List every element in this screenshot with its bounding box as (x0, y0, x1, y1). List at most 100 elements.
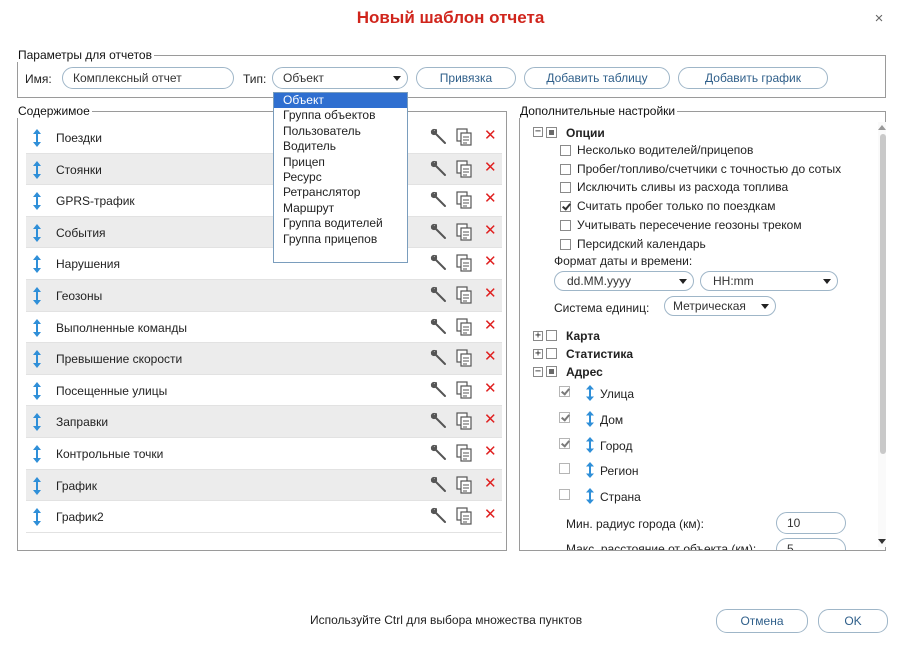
ok-button[interactable]: OK (818, 609, 888, 633)
close-icon[interactable]: × (872, 11, 886, 26)
wrench-icon[interactable] (430, 128, 448, 146)
content-row[interactable]: Выполненные команды ✕ (26, 311, 502, 344)
delete-icon[interactable]: ✕ (484, 348, 498, 366)
wrench-icon[interactable] (430, 476, 448, 494)
address-group-checkbox[interactable] (546, 366, 557, 377)
wrench-icon[interactable] (430, 349, 448, 367)
wrench-icon[interactable] (430, 254, 448, 272)
date-format-select[interactable]: dd.MM.yyyy (554, 271, 694, 291)
content-row[interactable]: Контрольные точки ✕ (26, 437, 502, 470)
collapse-options-toggle[interactable]: − (533, 127, 543, 137)
content-row[interactable]: График ✕ (26, 469, 502, 502)
copy-icon[interactable] (456, 286, 472, 304)
reorder-arrow-icon[interactable] (32, 381, 42, 400)
copy-icon[interactable] (456, 223, 472, 241)
content-row[interactable]: Поездки ✕ (26, 122, 502, 154)
scroll-up-icon[interactable] (878, 125, 886, 130)
option-checkbox[interactable] (560, 145, 571, 156)
scroll-thumb[interactable] (880, 134, 886, 454)
reorder-arrow-icon[interactable] (32, 160, 42, 179)
wrench-icon[interactable] (430, 318, 448, 336)
address-checkbox[interactable] (559, 411, 570, 423)
delete-icon[interactable]: ✕ (484, 506, 498, 524)
reorder-arrow-icon[interactable] (32, 223, 42, 242)
copy-icon[interactable] (456, 159, 472, 178)
type-option[interactable]: Прицеп (274, 155, 407, 170)
reorder-arrow-icon[interactable] (585, 488, 595, 507)
content-row[interactable]: Нарушения ✕ (26, 248, 502, 280)
wrench-icon[interactable] (430, 412, 448, 430)
type-option[interactable]: Пользователь (274, 124, 407, 139)
reorder-arrow-icon[interactable] (32, 476, 42, 495)
map-checkbox[interactable] (546, 330, 557, 341)
type-option[interactable]: Группа прицепов (274, 232, 407, 247)
delete-icon[interactable]: ✕ (484, 475, 498, 493)
copy-icon[interactable] (456, 191, 472, 209)
content-row[interactable]: GPRS-трафик ✕ (26, 185, 502, 217)
copy-icon[interactable] (456, 317, 472, 336)
delete-icon[interactable]: ✕ (484, 253, 498, 271)
min-city-radius-input[interactable]: 10 (776, 512, 846, 534)
type-option[interactable]: Маршрут (274, 201, 407, 216)
copy-icon[interactable] (456, 412, 472, 430)
type-option[interactable]: Ретранслятор (274, 185, 407, 200)
reorder-arrow-icon[interactable] (32, 508, 42, 527)
type-option[interactable]: Ресурс (274, 170, 407, 185)
name-input[interactable]: Комплексный отчет (62, 67, 234, 89)
option-checkbox[interactable] (560, 182, 571, 194)
copy-icon[interactable] (456, 444, 472, 462)
copy-icon[interactable] (456, 475, 472, 494)
content-row[interactable]: Стоянки ✕ (26, 153, 502, 186)
content-row[interactable]: События ✕ (26, 216, 502, 249)
add-table-button[interactable]: Добавить таблицу (524, 67, 670, 89)
reorder-arrow-icon[interactable] (32, 192, 42, 211)
reorder-arrow-icon[interactable] (585, 462, 595, 481)
delete-icon[interactable]: ✕ (484, 222, 498, 240)
copy-icon[interactable] (456, 507, 472, 525)
option-checkbox[interactable] (560, 201, 571, 213)
wrench-icon[interactable] (430, 444, 448, 462)
address-checkbox[interactable] (559, 386, 570, 397)
type-option[interactable]: Группа объектов (274, 108, 407, 123)
reorder-arrow-icon[interactable] (32, 413, 42, 432)
copy-icon[interactable] (456, 128, 472, 146)
content-row[interactable]: Превышение скорости ✕ (26, 343, 502, 375)
wrench-icon[interactable] (430, 160, 448, 178)
delete-icon[interactable]: ✕ (484, 159, 498, 177)
wrench-icon[interactable] (430, 223, 448, 241)
add-chart-button[interactable]: Добавить график (678, 67, 828, 89)
content-row[interactable]: Геозоны ✕ (26, 279, 502, 312)
reorder-arrow-icon[interactable] (585, 410, 595, 430)
collapse-address-toggle[interactable]: − (533, 367, 543, 377)
wrench-icon[interactable] (430, 507, 448, 525)
content-row[interactable]: Посещенные улицы ✕ (26, 374, 502, 407)
reorder-arrow-icon[interactable] (585, 436, 595, 456)
delete-icon[interactable]: ✕ (484, 285, 498, 303)
address-checkbox[interactable] (559, 489, 570, 501)
reorder-arrow-icon[interactable] (32, 129, 42, 147)
expand-map-toggle[interactable]: + (533, 331, 543, 341)
delete-icon[interactable]: ✕ (484, 380, 498, 398)
delete-icon[interactable]: ✕ (484, 190, 498, 208)
delete-icon[interactable]: ✕ (484, 127, 498, 145)
delete-icon[interactable]: ✕ (484, 443, 498, 461)
wrench-icon[interactable] (430, 286, 448, 304)
content-row[interactable]: Заправки ✕ (26, 406, 502, 438)
address-checkbox[interactable] (559, 463, 570, 475)
stats-checkbox[interactable] (546, 348, 557, 359)
copy-icon[interactable] (456, 349, 472, 367)
reorder-arrow-icon[interactable] (32, 350, 42, 369)
reorder-arrow-icon[interactable] (32, 255, 42, 274)
time-format-select[interactable]: HH:mm (700, 271, 838, 291)
expand-stats-toggle[interactable]: + (533, 349, 543, 359)
reorder-arrow-icon[interactable] (32, 286, 42, 305)
option-checkbox[interactable] (560, 219, 571, 231)
option-checkbox[interactable] (560, 238, 571, 250)
type-select[interactable]: Объект (272, 67, 408, 89)
scroll-down-icon[interactable] (878, 539, 886, 544)
reorder-arrow-icon[interactable] (32, 444, 42, 463)
type-option[interactable]: Группа водителей (274, 216, 407, 231)
option-checkbox[interactable] (560, 163, 571, 175)
address-checkbox[interactable] (559, 437, 570, 449)
max-distance-input[interactable]: 5 (776, 538, 846, 550)
